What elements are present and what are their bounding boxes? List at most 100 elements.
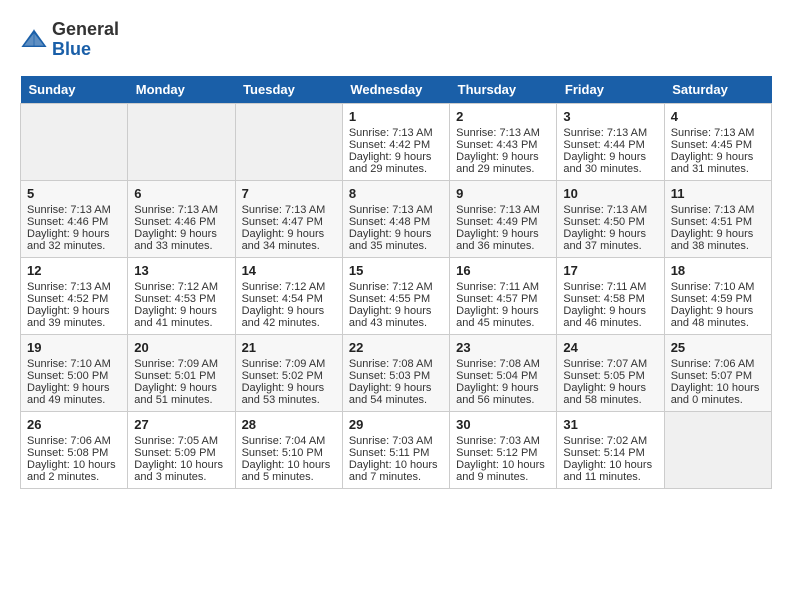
calendar-cell: 6Sunrise: 7:13 AMSunset: 4:46 PMDaylight… bbox=[128, 180, 235, 257]
day-info: Daylight: 9 hours and 38 minutes. bbox=[671, 228, 765, 252]
day-info: Sunrise: 7:12 AM bbox=[134, 281, 228, 293]
week-row-4: 19 Sunrise: 7:10 AMSunset: 5:00 PM Dayligh… bbox=[21, 334, 772, 411]
calendar-cell: 25Sunrise: 7:06 AMSunset: 5:07 PMDayligh… bbox=[664, 334, 771, 411]
day-info: Sunset: 5:08 PM bbox=[27, 447, 121, 459]
day-info: Daylight: 10 hours and 11 minutes. bbox=[563, 459, 657, 483]
calendar-cell: 8Sunrise: 7:13 AMSunset: 4:48 PMDaylight… bbox=[342, 180, 449, 257]
day-number: 29 bbox=[349, 417, 443, 432]
day-number: 15 bbox=[349, 263, 443, 278]
logo-text: GeneralBlue bbox=[52, 20, 119, 60]
day-number: 5 bbox=[27, 186, 121, 201]
day-info: Daylight: 9 hours and 43 minutes. bbox=[349, 305, 443, 329]
week-row-2: 5Sunrise: 7:13 AMSunset: 4:46 PMDaylight… bbox=[21, 180, 772, 257]
calendar-cell: 17Sunrise: 7:11 AMSunset: 4:58 PMDayligh… bbox=[557, 257, 664, 334]
day-number: 4 bbox=[671, 109, 765, 124]
day-info: Daylight: 9 hours and 42 minutes. bbox=[242, 305, 336, 329]
day-number: 20 bbox=[134, 340, 228, 355]
day-number: 14 bbox=[242, 263, 336, 278]
day-info: Daylight: 9 hours and 29 minutes. bbox=[349, 151, 443, 175]
day-info: Sunset: 4:43 PM bbox=[456, 139, 550, 151]
day-info: Daylight: 9 hours and 36 minutes. bbox=[456, 228, 550, 252]
day-number: 10 bbox=[563, 186, 657, 201]
day-info: Daylight: 9 hours and 41 minutes. bbox=[134, 305, 228, 329]
day-info: Daylight: 9 hours and 30 minutes. bbox=[563, 151, 657, 175]
day-info: Sunset: 5:03 PM bbox=[349, 370, 443, 382]
calendar-cell: 12Sunrise: 7:13 AMSunset: 4:52 PMDayligh… bbox=[21, 257, 128, 334]
day-info: Sunrise: 7:06 AM bbox=[671, 358, 765, 370]
calendar-cell: 7Sunrise: 7:13 AMSunset: 4:47 PMDaylight… bbox=[235, 180, 342, 257]
day-info: Daylight: 9 hours and 34 minutes. bbox=[242, 228, 336, 252]
header-day-wednesday: Wednesday bbox=[342, 76, 449, 104]
day-info: Sunrise: 7:11 AM bbox=[456, 281, 550, 293]
day-number: 25 bbox=[671, 340, 765, 355]
day-info: Sunset: 5:00 PM bbox=[27, 370, 121, 382]
day-info: Sunset: 4:48 PM bbox=[349, 216, 443, 228]
calendar-cell: 26Sunrise: 7:06 AMSunset: 5:08 PMDayligh… bbox=[21, 411, 128, 488]
calendar-cell bbox=[21, 103, 128, 180]
day-info: Daylight: 9 hours and 54 minutes. bbox=[349, 382, 443, 406]
day-info: Sunrise: 7:06 AM bbox=[27, 435, 121, 447]
day-info: Sunrise: 7:13 AM bbox=[242, 204, 336, 216]
day-info: Sunset: 4:49 PM bbox=[456, 216, 550, 228]
day-info: Sunset: 5:11 PM bbox=[349, 447, 443, 459]
day-number: 27 bbox=[134, 417, 228, 432]
day-number: 3 bbox=[563, 109, 657, 124]
calendar-cell: 5Sunrise: 7:13 AMSunset: 4:46 PMDaylight… bbox=[21, 180, 128, 257]
day-info: Sunset: 4:59 PM bbox=[671, 293, 765, 305]
day-info: Sunrise: 7:13 AM bbox=[563, 204, 657, 216]
day-number: 13 bbox=[134, 263, 228, 278]
day-number: 22 bbox=[349, 340, 443, 355]
calendar-cell bbox=[235, 103, 342, 180]
header-day-sunday: Sunday bbox=[21, 76, 128, 104]
day-info: Sunrise: 7:13 AM bbox=[27, 281, 121, 293]
day-number: 30 bbox=[456, 417, 550, 432]
logo: GeneralBlue bbox=[20, 20, 119, 60]
day-info: Sunset: 5:10 PM bbox=[242, 447, 336, 459]
day-info: Daylight: 9 hours and 46 minutes. bbox=[563, 305, 657, 329]
calendar-cell: 23Sunrise: 7:08 AMSunset: 5:04 PMDayligh… bbox=[450, 334, 557, 411]
logo-icon bbox=[20, 26, 48, 54]
day-number: 26 bbox=[27, 417, 121, 432]
day-info: Daylight: 9 hours and 53 minutes. bbox=[242, 382, 336, 406]
day-info: Sunrise: 7:10 AM bbox=[27, 358, 121, 370]
day-number: 7 bbox=[242, 186, 336, 201]
calendar-cell bbox=[128, 103, 235, 180]
calendar-cell: 24Sunrise: 7:07 AMSunset: 5:05 PMDayligh… bbox=[557, 334, 664, 411]
day-info: Daylight: 9 hours and 31 minutes. bbox=[671, 151, 765, 175]
day-number: 19 bbox=[27, 340, 121, 355]
day-number: 6 bbox=[134, 186, 228, 201]
day-info: Daylight: 10 hours and 0 minutes. bbox=[671, 382, 765, 406]
day-info: Daylight: 9 hours and 51 minutes. bbox=[134, 382, 228, 406]
calendar-cell: 10Sunrise: 7:13 AMSunset: 4:50 PMDayligh… bbox=[557, 180, 664, 257]
day-info: Daylight: 9 hours and 48 minutes. bbox=[671, 305, 765, 329]
day-info: Sunset: 4:42 PM bbox=[349, 139, 443, 151]
day-info: Sunrise: 7:13 AM bbox=[456, 204, 550, 216]
week-row-5: 26 Sunrise: 7:06 AMSunset: 5:08 PM Dayligh… bbox=[21, 411, 772, 488]
calendar-body: 1Sunrise: 7:13 AMSunset: 4:42 PMDaylight… bbox=[21, 103, 772, 488]
day-number: 21 bbox=[242, 340, 336, 355]
calendar-cell: 20Sunrise: 7:09 AMSunset: 5:01 PMDayligh… bbox=[128, 334, 235, 411]
day-info: Sunrise: 7:11 AM bbox=[563, 281, 657, 293]
calendar-cell: 22Sunrise: 7:08 AMSunset: 5:03 PMDayligh… bbox=[342, 334, 449, 411]
day-number: 1 bbox=[349, 109, 443, 124]
day-info: Sunset: 4:55 PM bbox=[349, 293, 443, 305]
day-info: Sunset: 4:45 PM bbox=[671, 139, 765, 151]
day-info: Sunset: 5:05 PM bbox=[563, 370, 657, 382]
calendar-cell: 28Sunrise: 7:04 AMSunset: 5:10 PMDayligh… bbox=[235, 411, 342, 488]
day-info: Sunset: 4:44 PM bbox=[563, 139, 657, 151]
day-info: Sunset: 4:50 PM bbox=[563, 216, 657, 228]
day-info: Sunset: 4:53 PM bbox=[134, 293, 228, 305]
calendar-cell: 3Sunrise: 7:13 AMSunset: 4:44 PMDaylight… bbox=[557, 103, 664, 180]
day-info: Sunrise: 7:07 AM bbox=[563, 358, 657, 370]
day-info: Daylight: 9 hours and 32 minutes. bbox=[27, 228, 121, 252]
day-info: Sunrise: 7:13 AM bbox=[349, 127, 443, 139]
calendar-cell: 13 Sunrise: 7:12 AMSunset: 4:53 PMDayligh… bbox=[128, 257, 235, 334]
week-row-1: 1Sunrise: 7:13 AMSunset: 4:42 PMDaylight… bbox=[21, 103, 772, 180]
day-number: 12 bbox=[27, 263, 121, 278]
day-info: Sunset: 4:52 PM bbox=[27, 293, 121, 305]
day-info: Sunrise: 7:13 AM bbox=[456, 127, 550, 139]
day-number: 11 bbox=[671, 186, 765, 201]
day-number: 24 bbox=[563, 340, 657, 355]
day-number: 16 bbox=[456, 263, 550, 278]
day-info: Daylight: 10 hours and 5 minutes. bbox=[242, 459, 336, 483]
